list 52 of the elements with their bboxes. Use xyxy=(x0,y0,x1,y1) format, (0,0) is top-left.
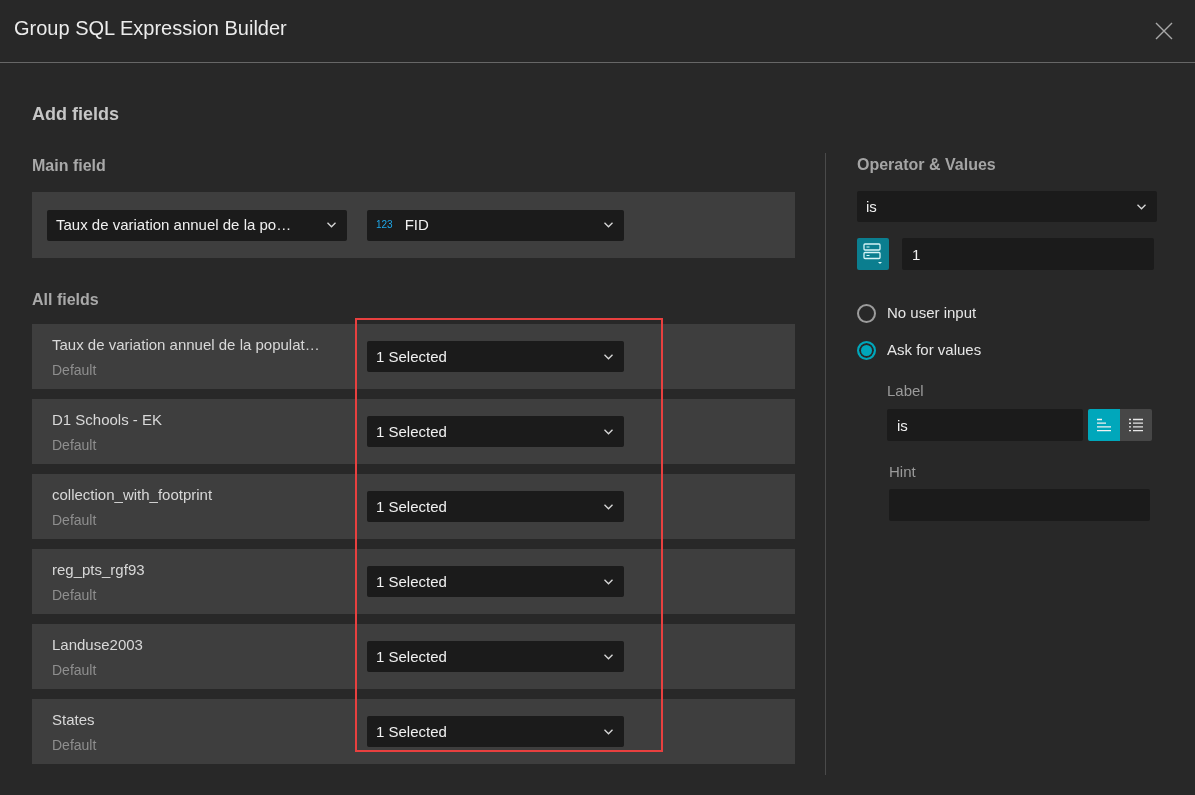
radio-icon[interactable] xyxy=(857,303,876,323)
layer-subtitle: Default xyxy=(52,360,98,379)
value-input[interactable]: 1 xyxy=(902,238,1154,270)
chevron-down-icon xyxy=(604,222,613,228)
text-align-left-icon xyxy=(1096,418,1112,432)
close-button[interactable] xyxy=(1155,22,1173,40)
section-heading: Add fields xyxy=(32,103,120,125)
field-type-label: 123 xyxy=(376,219,393,231)
field-select[interactable]: 1 Selected xyxy=(367,416,624,447)
close-icon xyxy=(1155,22,1173,40)
operator-select[interactable]: is xyxy=(857,191,1157,222)
chevron-down-icon xyxy=(604,428,613,435)
layer-name: collection_with_footprint xyxy=(52,484,214,505)
layer-subtitle: Default xyxy=(52,510,98,529)
value-source-button[interactable] xyxy=(857,238,889,270)
field-select[interactable]: 1 Selected xyxy=(367,641,624,672)
layer-select[interactable]: Taux de variation annuel de la po… xyxy=(47,209,347,241)
panel-heading: Operator & Values xyxy=(857,155,997,175)
layer-name: reg_pts_rgf93 xyxy=(52,559,146,580)
layer-name: Taux de variation annuel de la populat… xyxy=(52,334,321,355)
stacked-rows-icon xyxy=(863,243,883,265)
field-select[interactable]: 123 FID xyxy=(367,209,624,241)
field-select[interactable]: 1 Selected xyxy=(367,716,624,747)
field-select[interactable]: 1 Selected xyxy=(367,566,624,597)
chevron-down-icon xyxy=(604,578,613,585)
radio-option[interactable]: No user input xyxy=(857,303,977,323)
radio-icon[interactable] xyxy=(857,340,876,360)
field-label: Hint xyxy=(889,463,917,481)
field-select[interactable]: 1 Selected xyxy=(367,341,624,372)
layer-subtitle: Default xyxy=(52,660,98,679)
layer-subtitle: Default xyxy=(52,435,98,454)
chevron-down-icon xyxy=(327,222,336,228)
chevron-down-icon xyxy=(1137,203,1146,210)
chevron-down-icon xyxy=(604,503,613,510)
group-label: Main field xyxy=(32,156,107,176)
layer-name: D1 Schools - EK xyxy=(52,409,164,430)
layer-subtitle: Default xyxy=(52,735,98,754)
chevron-down-icon xyxy=(604,353,613,360)
layer-subtitle: Default xyxy=(52,585,98,604)
radio-option[interactable]: Ask for values xyxy=(857,340,982,360)
field-label: Label xyxy=(887,382,925,400)
layout-toggle-button[interactable] xyxy=(1120,409,1152,441)
dialog-title: Group SQL Expression Builder xyxy=(14,16,287,40)
chevron-down-icon xyxy=(604,653,613,660)
layout-toggle-button[interactable] xyxy=(1088,409,1120,441)
label-input[interactable]: is xyxy=(887,409,1083,441)
field-select[interactable]: 1 Selected xyxy=(367,491,624,522)
layer-name: States xyxy=(52,709,96,730)
list-icon xyxy=(1128,418,1144,432)
layer-name: Landuse2003 xyxy=(52,634,144,655)
chevron-down-icon xyxy=(604,728,613,735)
group-label: All fields xyxy=(32,290,100,310)
